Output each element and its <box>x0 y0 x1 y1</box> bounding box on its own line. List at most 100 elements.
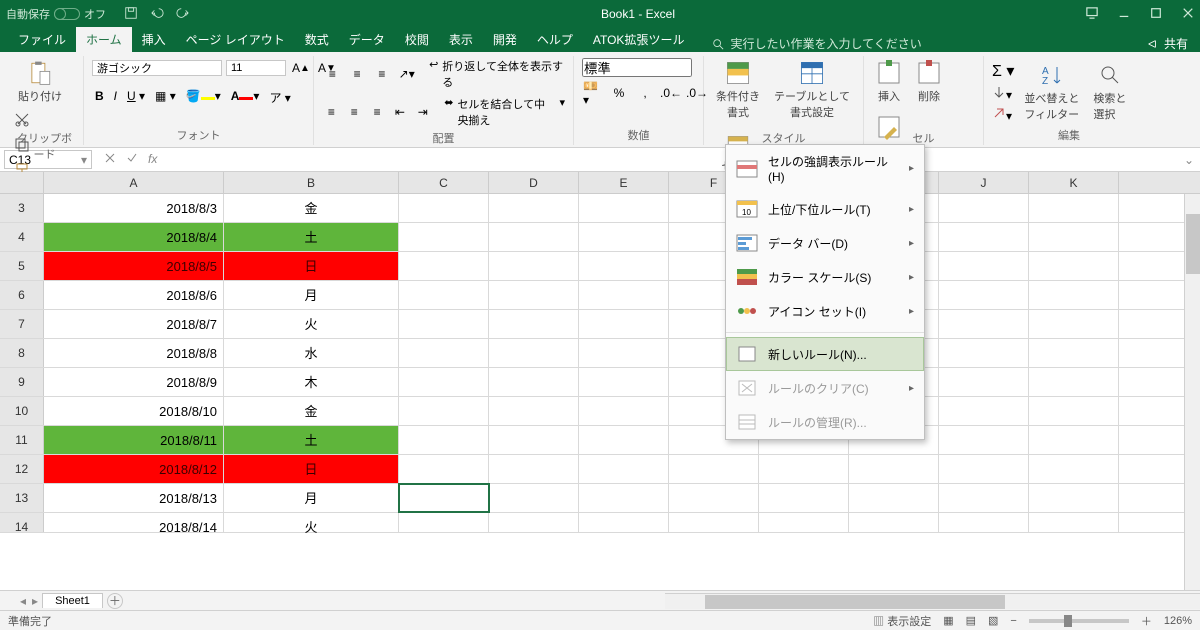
cell[interactable] <box>399 368 489 396</box>
row-header[interactable]: 13 <box>0 484 44 512</box>
fx-icon[interactable]: fx <box>148 152 157 167</box>
ribbon-tab-3[interactable]: ページ レイアウト <box>176 27 295 52</box>
cf-menu-item-topbottom[interactable]: 10上位/下位ルール(T) <box>726 192 924 226</box>
cell[interactable]: 2018/8/6 <box>44 281 224 309</box>
cell[interactable] <box>399 426 489 454</box>
find-select-button[interactable]: 検索と 選択 <box>1089 60 1130 124</box>
cell[interactable]: 2018/8/9 <box>44 368 224 396</box>
cell[interactable] <box>1029 194 1119 222</box>
cell[interactable] <box>669 484 759 512</box>
cell[interactable]: 水 <box>224 339 399 367</box>
row-header[interactable]: 7 <box>0 310 44 338</box>
view-page-break-icon[interactable]: ▧ <box>988 614 998 627</box>
cell[interactable]: 土 <box>224 426 399 454</box>
sheet-nav-prev-icon[interactable]: ◂ <box>20 594 26 608</box>
font-color-button[interactable]: A▾ <box>228 88 263 107</box>
cell[interactable] <box>939 194 1029 222</box>
cell[interactable] <box>579 426 669 454</box>
cell[interactable] <box>1029 223 1119 251</box>
bold-button[interactable]: B <box>92 88 107 107</box>
table-row[interactable]: 62018/8/6月 <box>0 281 1200 310</box>
row-header[interactable]: 5 <box>0 252 44 280</box>
cell[interactable] <box>669 455 759 483</box>
italic-button[interactable]: I <box>111 88 120 107</box>
cell[interactable] <box>399 484 489 512</box>
table-row[interactable]: 72018/8/7火 <box>0 310 1200 339</box>
insert-cells-button[interactable]: 挿入 <box>872 58 906 106</box>
cell[interactable] <box>399 223 489 251</box>
cell[interactable] <box>939 339 1029 367</box>
undo-icon[interactable] <box>150 6 164 23</box>
cell[interactable] <box>399 513 489 532</box>
cell[interactable] <box>849 513 939 532</box>
cell[interactable] <box>669 513 759 532</box>
cell[interactable]: 火 <box>224 513 399 532</box>
cancel-formula-icon[interactable] <box>104 152 116 167</box>
cell[interactable] <box>489 223 579 251</box>
table-row[interactable]: 112018/8/11土 <box>0 426 1200 455</box>
increase-decimal-icon[interactable]: .0← <box>660 83 682 103</box>
cell[interactable] <box>759 455 849 483</box>
cell[interactable] <box>939 223 1029 251</box>
align-left-icon[interactable]: ≡ <box>322 102 341 122</box>
cell[interactable] <box>399 310 489 338</box>
cell[interactable] <box>489 194 579 222</box>
conditional-format-button[interactable]: 条件付き 書式 <box>712 58 764 122</box>
cell[interactable] <box>399 252 489 280</box>
cell[interactable] <box>939 426 1029 454</box>
cell[interactable] <box>579 368 669 396</box>
fill-icon[interactable]: ▾ <box>992 85 1014 102</box>
table-row[interactable]: 142018/8/14火 <box>0 513 1200 533</box>
tell-me-search[interactable]: 実行したい作業を入力してください <box>712 35 921 52</box>
cell[interactable] <box>579 310 669 338</box>
new-sheet-button[interactable]: ＋ <box>107 593 123 609</box>
cell[interactable] <box>1029 252 1119 280</box>
cell[interactable]: 2018/8/4 <box>44 223 224 251</box>
zoom-level[interactable]: 126% <box>1164 615 1192 627</box>
cell[interactable]: 2018/8/7 <box>44 310 224 338</box>
cf-menu-item-databar[interactable]: データ バー(D) <box>726 226 924 260</box>
cell[interactable] <box>489 368 579 396</box>
align-top-icon[interactable]: ≡ <box>322 64 343 84</box>
cell[interactable] <box>1029 455 1119 483</box>
cell[interactable] <box>939 455 1029 483</box>
zoom-out-icon[interactable]: − <box>1010 615 1016 627</box>
cell[interactable] <box>1029 426 1119 454</box>
sheet-nav-next-icon[interactable]: ▸ <box>32 594 38 608</box>
worksheet[interactable]: ABCDEFHIJK 32018/8/3金42018/8/4土52018/8/5… <box>0 172 1200 590</box>
cell[interactable] <box>1029 339 1119 367</box>
fill-color-button[interactable]: 🪣▾ <box>183 88 224 107</box>
cell[interactable] <box>1029 397 1119 425</box>
cell[interactable] <box>1029 310 1119 338</box>
cell[interactable]: 2018/8/14 <box>44 513 224 532</box>
zoom-in-icon[interactable]: ＋ <box>1141 613 1152 629</box>
cell[interactable]: 土 <box>224 223 399 251</box>
cell[interactable] <box>579 281 669 309</box>
cell[interactable]: 2018/8/3 <box>44 194 224 222</box>
row-header[interactable]: 9 <box>0 368 44 396</box>
cell[interactable] <box>399 281 489 309</box>
cell[interactable]: 2018/8/8 <box>44 339 224 367</box>
align-middle-icon[interactable]: ≡ <box>347 64 368 84</box>
cell[interactable] <box>579 223 669 251</box>
vertical-scrollbar[interactable] <box>1184 194 1200 590</box>
table-row[interactable]: 42018/8/4土 <box>0 223 1200 252</box>
sort-filter-button[interactable]: AZ並べ替えと フィルター <box>1020 60 1083 124</box>
cell[interactable] <box>489 252 579 280</box>
table-row[interactable]: 92018/8/9木 <box>0 368 1200 397</box>
cell[interactable] <box>489 339 579 367</box>
autosave-switch-icon[interactable] <box>54 8 80 20</box>
clear-icon[interactable]: ▾ <box>992 106 1014 123</box>
cell[interactable] <box>579 397 669 425</box>
col-header-B[interactable]: B <box>224 172 399 193</box>
font-name-input[interactable] <box>92 60 222 76</box>
align-right-icon[interactable]: ≡ <box>368 102 387 122</box>
row-header[interactable]: 8 <box>0 339 44 367</box>
table-row[interactable]: 102018/8/10金 <box>0 397 1200 426</box>
percent-format-icon[interactable]: % <box>608 83 630 103</box>
table-row[interactable]: 82018/8/8水 <box>0 339 1200 368</box>
cell[interactable] <box>399 194 489 222</box>
cell[interactable] <box>579 252 669 280</box>
enter-formula-icon[interactable] <box>126 152 138 167</box>
select-all-corner[interactable] <box>0 172 44 193</box>
